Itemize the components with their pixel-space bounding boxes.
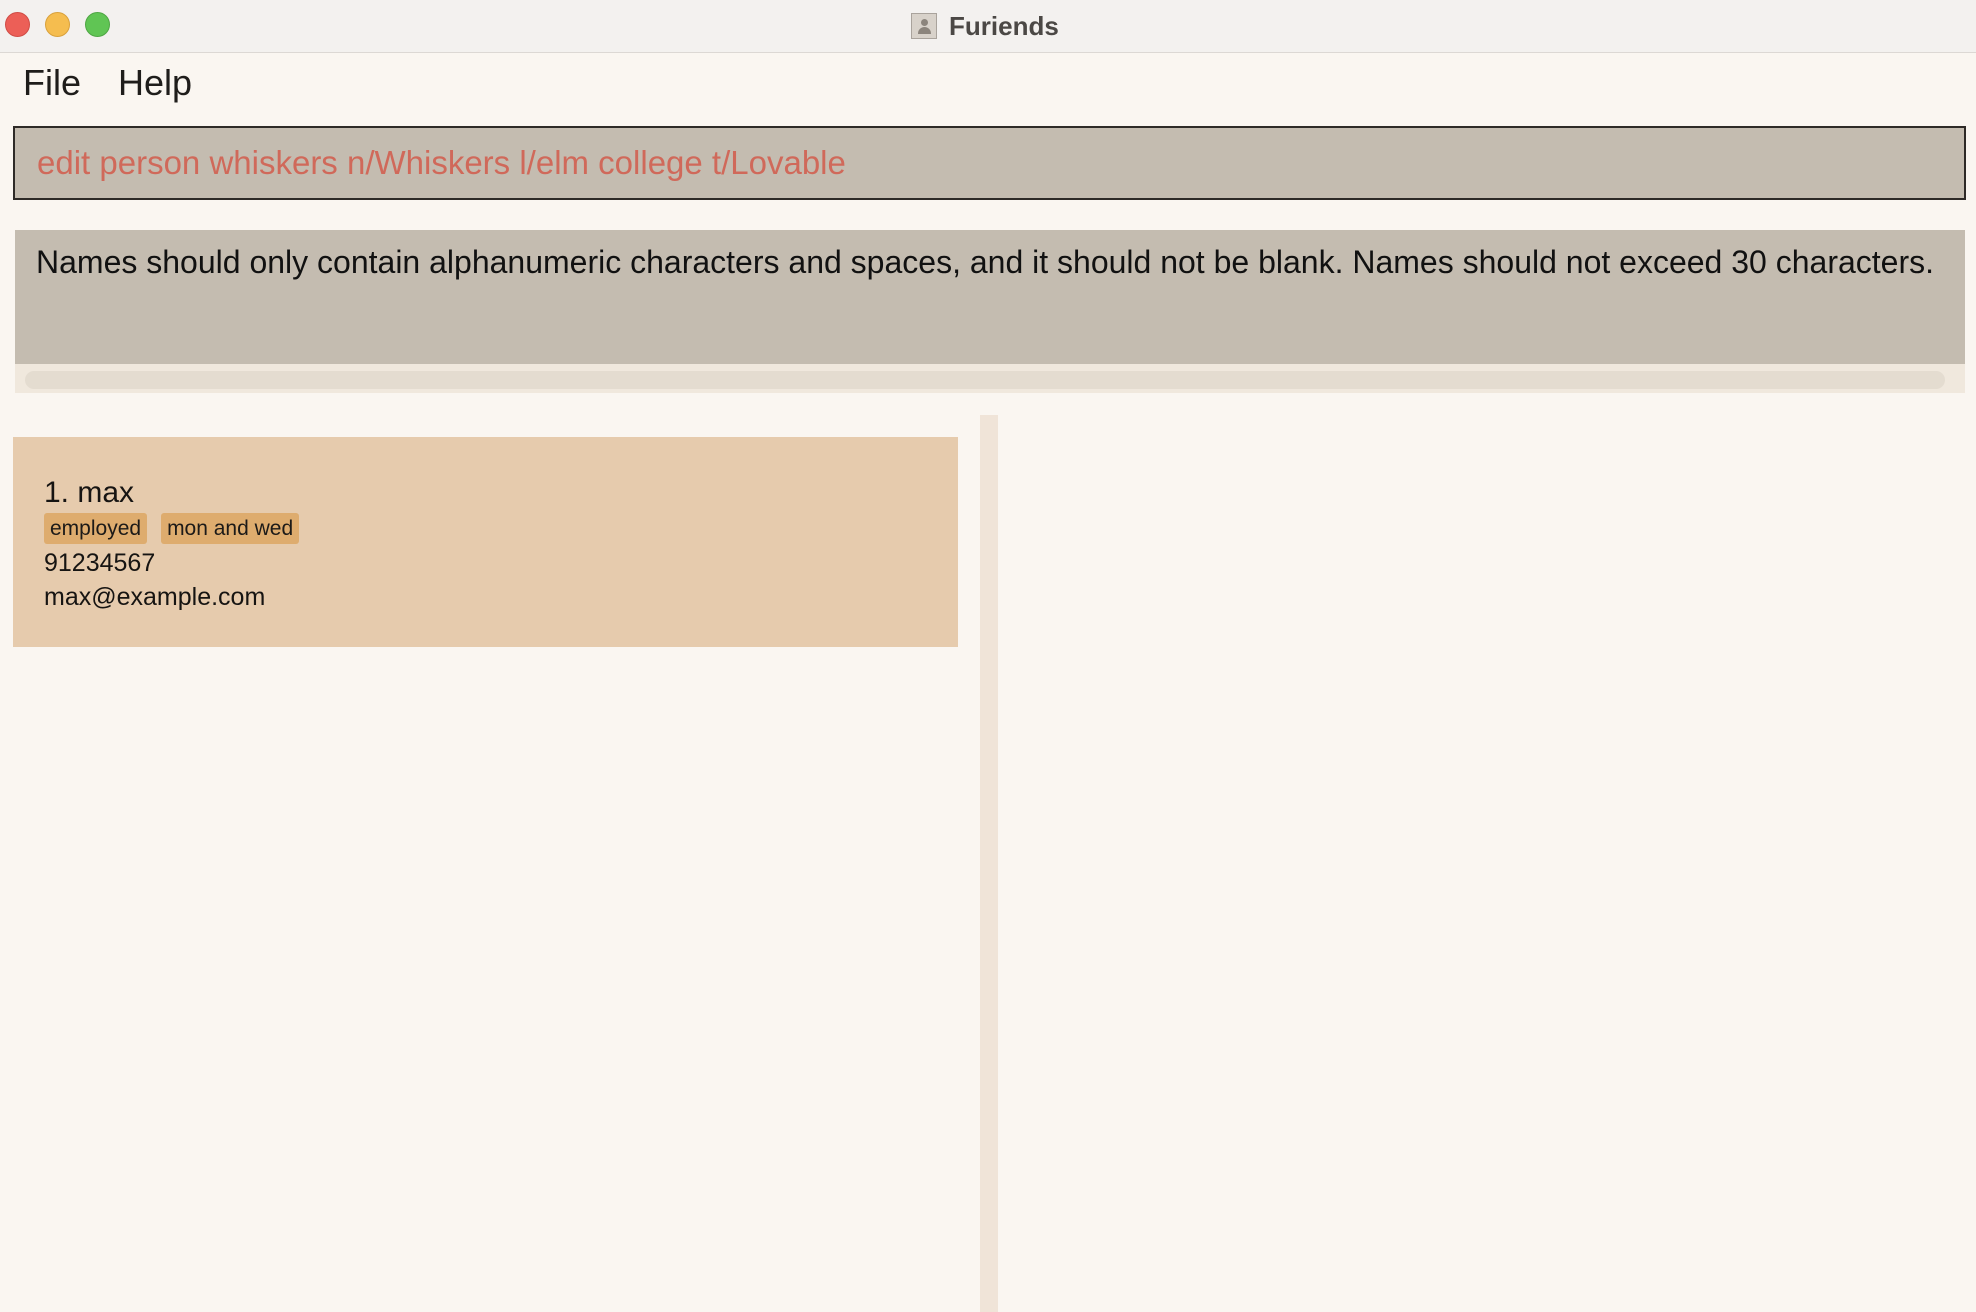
command-input[interactable] [37, 144, 1964, 182]
person-card[interactable]: 1. max employed mon and wed 91234567 max… [13, 437, 958, 647]
person-name: 1. max [44, 476, 135, 509]
minimize-window-button[interactable] [45, 12, 70, 37]
menu-bar: File Help [0, 53, 1976, 113]
result-message: Names should only contain alphanumeric c… [15, 230, 1965, 364]
split-pane-divider[interactable] [980, 415, 998, 1312]
person-tags: employed mon and wed [44, 513, 300, 544]
window-title-text: Furiends [949, 10, 1059, 41]
tag-employed: employed [44, 513, 148, 544]
window-title: Furiends [911, 8, 1059, 44]
tag-mon-and-wed: mon and wed [161, 513, 300, 544]
person-email: max@example.com [44, 583, 266, 611]
detail-panel [998, 415, 1976, 1312]
menu-help[interactable]: Help [118, 62, 192, 104]
person-card-content: 1. max employed mon and wed 91234567 max… [44, 475, 300, 614]
horizontal-scrollbar[interactable] [25, 371, 1945, 389]
maximize-window-button[interactable] [85, 12, 110, 37]
command-box [13, 126, 1966, 200]
title-bar: Furiends [0, 0, 1976, 53]
menu-file[interactable]: File [23, 62, 81, 104]
contacts-app-icon [911, 13, 937, 39]
close-window-button[interactable] [5, 12, 30, 37]
result-display: Names should only contain alphanumeric c… [15, 230, 1965, 393]
person-phone: 91234567 [44, 549, 156, 577]
